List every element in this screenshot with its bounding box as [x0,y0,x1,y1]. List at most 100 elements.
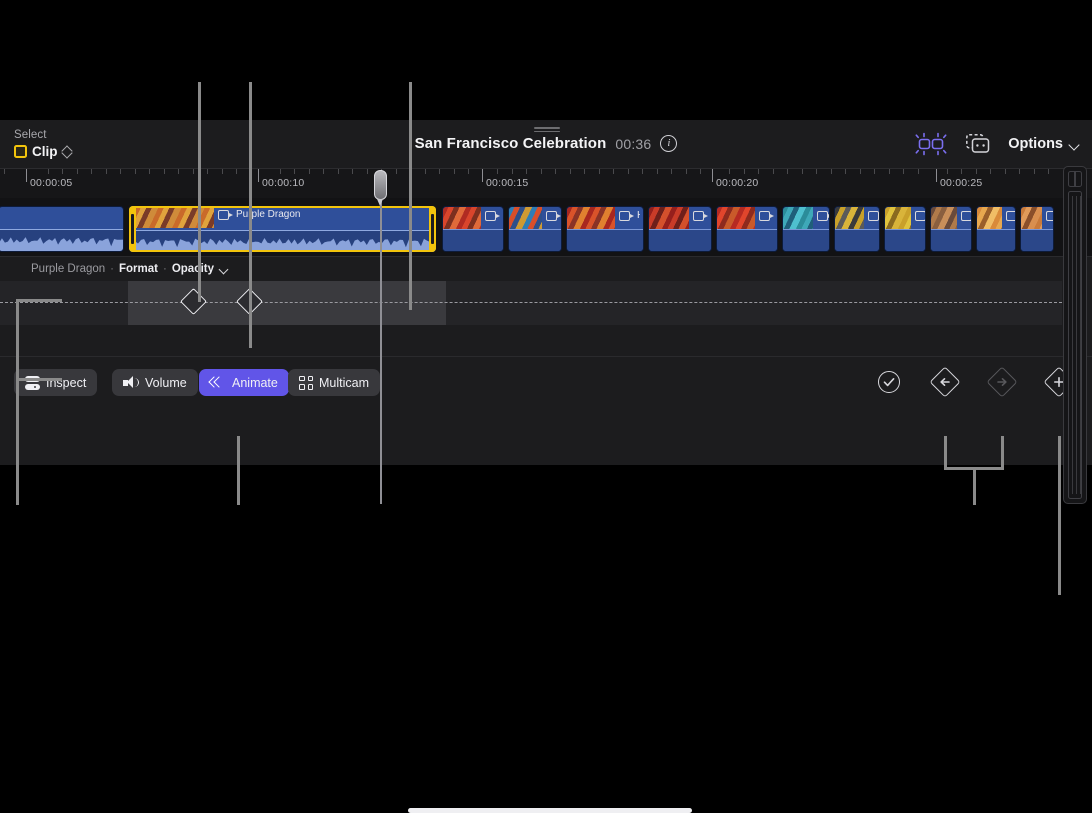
timeline-clip[interactable]: P [716,206,778,252]
tool-button-volume[interactable]: Volume [112,369,198,396]
ruler-tick-minor [62,169,63,174]
ruler-tick-minor [309,169,310,174]
timeline-clip[interactable] [782,206,830,252]
timeline-clip[interactable]: Happy [566,206,644,252]
ruler-tick-minor [541,169,542,174]
duplicate-clip-icon[interactable] [964,132,992,156]
ruler-tick-minor [845,169,846,174]
scrollbar-thumb[interactable] [1068,171,1082,187]
clip-audio-waveform [0,229,123,251]
ruler-tick-minor [454,169,455,174]
ruler-tick-minor [831,169,832,174]
timeline-clip-selected[interactable]: Purple Dragon [129,206,436,252]
keyframe-parameter-button[interactable]: Opacity [172,263,214,275]
timeline-clip[interactable] [884,206,926,252]
ruler-tick [26,169,27,182]
timeline-clip[interactable] [930,206,972,252]
ruler-tick [712,169,713,182]
ruler-tick-minor [889,169,890,174]
top-right-controls: Options [914,131,1080,157]
tool-button-inspect[interactable]: Inspect [14,369,98,396]
keyframe-previous-button[interactable] [929,366,961,398]
video-camera-icon [693,211,708,221]
ruler-tick-minor [555,169,556,174]
ruler-tick-minor [671,169,672,174]
video-camera-icon [485,211,500,221]
selection-mode-clip[interactable]: Clip [14,144,72,159]
project-duration: 00:36 [615,135,652,152]
ruler-time-label: 00:00:20 [716,177,759,189]
ruler-tick-minor [91,169,92,174]
clip-body [931,229,971,251]
ruler-tick-minor [280,169,281,174]
ruler-tick-minor [642,169,643,174]
keyframe-confirm-button[interactable] [874,367,904,397]
ruler-tick-minor [1005,169,1006,174]
ruler-tick-minor [787,169,788,174]
clip-body [443,229,503,251]
clip-name: Purple Dragon [236,209,301,220]
keyframe-active-range [128,281,446,325]
keyframe-lane[interactable] [0,281,1062,325]
clip-thumbnail [783,207,813,229]
connect-clips-icon[interactable] [914,131,948,157]
ruler-tick-minor [961,169,962,174]
timeline-clip[interactable] [834,206,880,252]
scrollbar-track[interactable] [1068,191,1082,499]
clip-thumbnail [649,207,689,229]
video-camera-icon [961,211,971,221]
timeline-clip[interactable] [1020,206,1054,252]
tool-button-label: Multicam [319,375,370,390]
video-camera-icon [619,211,634,221]
timeline-clip[interactable] [508,206,562,252]
trim-handle-bar [431,214,434,244]
ruler-tick-minor [860,169,861,174]
ruler-tick-minor [512,169,513,174]
info-icon[interactable]: i [660,135,678,152]
timeline-clip[interactable]: M [648,206,712,252]
separator-dot: · [162,263,167,275]
home-indicator[interactable] [408,808,692,813]
tool-button-multicam[interactable]: Multicam [288,369,381,396]
timeline-clip[interactable] [0,206,124,252]
ruler-tick [936,169,937,182]
vertical-scrollbar[interactable] [1063,166,1087,504]
clip-body [1021,229,1053,251]
chevron-down-icon[interactable] [219,266,229,273]
tool-button-animate[interactable]: Animate [199,369,289,396]
ruler-tick-minor [236,169,237,174]
ruler-tick-minor [468,169,469,174]
timeline-clip[interactable] [442,206,504,252]
clip-thumbnail [1021,207,1042,229]
ruler-tick-minor [918,169,919,174]
callout-keyframe-stem [973,467,976,505]
ruler-tick-minor [700,169,701,174]
ruler-time-label: 00:00:25 [940,177,983,189]
video-camera-icon [218,210,233,220]
keyframe-category: Format [119,263,158,275]
clip-thumbnail [931,207,957,229]
select-label: Select [14,129,47,141]
clip-audio-waveform [129,230,436,252]
timeline-track[interactable]: Purple Dragon Happy MP [0,198,1092,256]
volume-icon [123,376,139,389]
timeline-clip[interactable] [976,206,1016,252]
keyframe-editor: Purple Dragon · Format · Opacity [0,256,1092,356]
keyframe-next-button[interactable] [986,366,1018,398]
clip-square-icon [14,145,27,158]
ruler-tick [258,169,259,182]
clip-body [509,229,561,251]
options-button[interactable]: Options [1008,136,1080,152]
playhead-handle[interactable] [374,170,387,206]
clip-body [717,229,777,251]
callout-line-keyframe-one [249,82,252,348]
ruler-tick-minor [903,169,904,174]
clip-thumbnail [977,207,1002,229]
ruler-tick-minor [628,169,629,174]
ruler-tick-minor [164,169,165,174]
timeline-ruler[interactable]: 00:00:05 00:00:10 00:00:15 00:00:20 00:00:25 [0,168,1092,198]
ruler-tick-minor [686,169,687,174]
video-camera-icon [1006,211,1015,221]
tool-button-label: Animate [232,375,278,390]
window-grabber[interactable] [534,127,560,132]
